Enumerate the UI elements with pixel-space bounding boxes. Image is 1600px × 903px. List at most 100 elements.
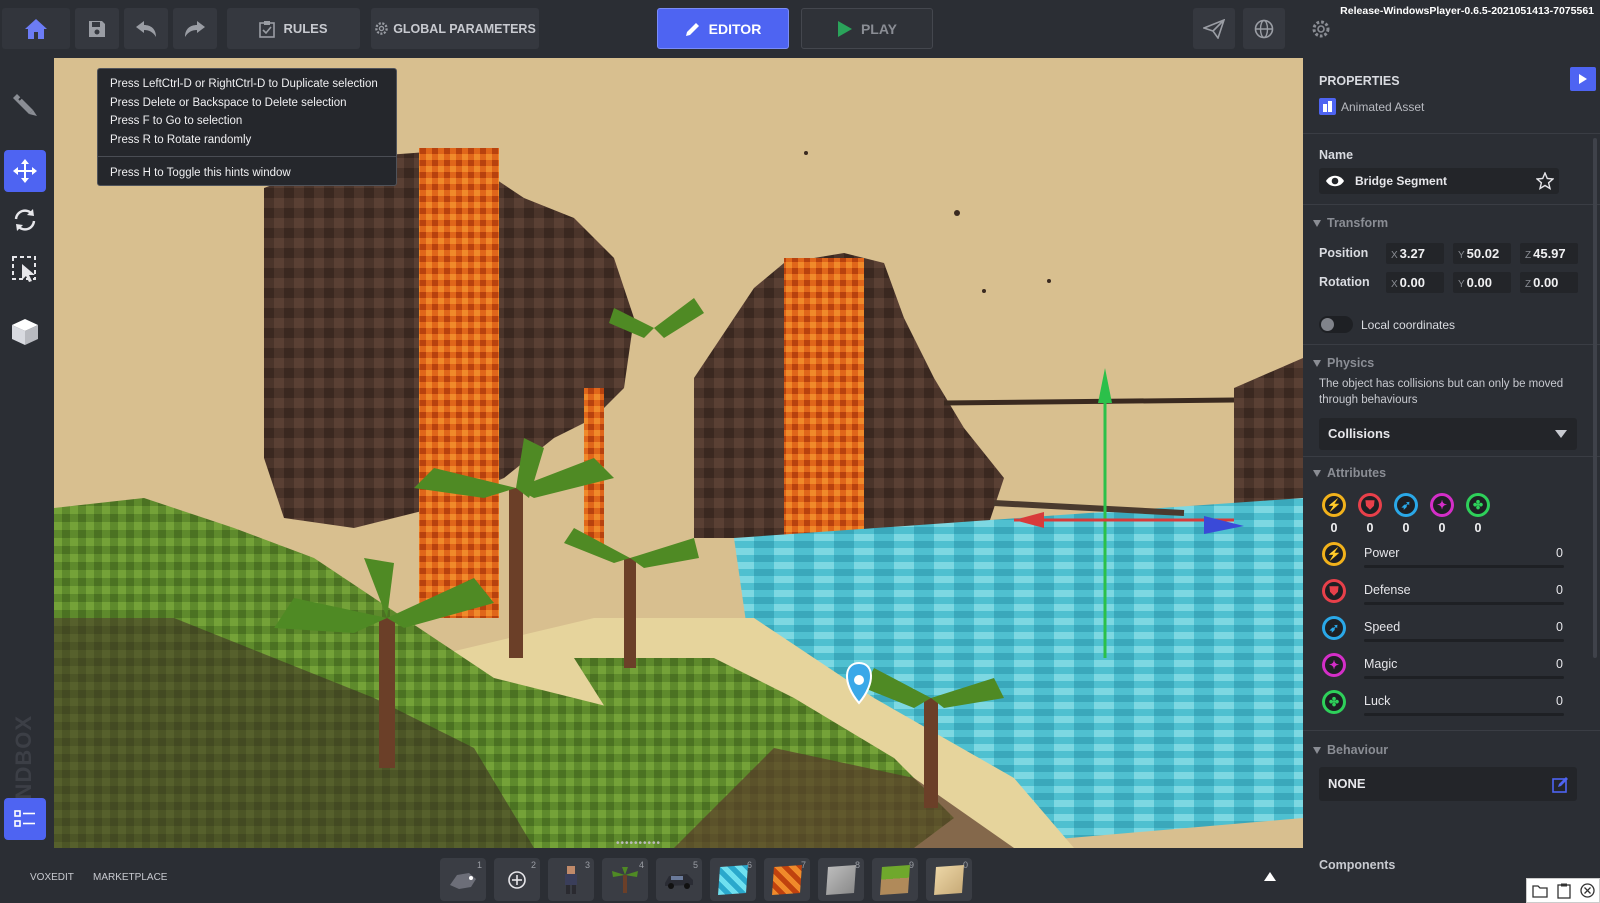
expand-arrow-icon[interactable] bbox=[1264, 872, 1276, 881]
save-button[interactable] bbox=[75, 8, 119, 49]
hotbar: 1 2 3 4 5 6 7 8 9 0 bbox=[440, 858, 972, 901]
rotation-z-field[interactable]: Z 0.00 bbox=[1520, 272, 1578, 293]
hotbar-slot-9[interactable]: 9 bbox=[872, 858, 918, 901]
hotbar-slot-10[interactable]: 0 bbox=[926, 858, 972, 901]
play-mode-button[interactable]: PLAY bbox=[801, 8, 933, 49]
magic-slider[interactable] bbox=[1364, 676, 1564, 679]
lava-block-icon bbox=[772, 864, 802, 895]
transform-section-header[interactable]: Transform bbox=[1313, 216, 1388, 230]
globe-icon bbox=[1254, 19, 1274, 38]
attributes-section-header[interactable]: Attributes bbox=[1313, 466, 1386, 480]
voxedit-link[interactable]: VOXEDIT bbox=[30, 872, 74, 883]
panel-collapse-button[interactable] bbox=[1570, 67, 1596, 91]
marketplace-link[interactable]: MARKETPLACE bbox=[93, 872, 167, 883]
undo-button[interactable] bbox=[124, 8, 168, 49]
rules-button[interactable]: RULES bbox=[227, 8, 360, 49]
collapse-triangle-icon bbox=[1313, 746, 1321, 754]
brush-tool[interactable] bbox=[4, 83, 46, 125]
defense-slider[interactable] bbox=[1364, 602, 1564, 605]
settings-button[interactable] bbox=[1300, 8, 1342, 49]
hotbar-slot-1[interactable]: 1 bbox=[440, 858, 486, 901]
speed-attribute-icon: ➶ bbox=[1394, 493, 1418, 517]
physics-section-label: Physics bbox=[1327, 356, 1375, 370]
position-z-field[interactable]: Z 45.97 bbox=[1520, 243, 1578, 264]
physics-section-header[interactable]: Physics bbox=[1313, 356, 1374, 370]
star-icon[interactable] bbox=[1536, 172, 1554, 190]
luck-summary-value: 0 bbox=[1474, 521, 1482, 535]
hierarchy-list-button[interactable] bbox=[4, 798, 46, 840]
stone-block-icon bbox=[826, 864, 856, 895]
luck-slider[interactable] bbox=[1364, 713, 1564, 716]
speed-value[interactable]: 0 bbox=[1543, 620, 1563, 634]
play-icon bbox=[1579, 74, 1587, 84]
transform-section-label: Transform bbox=[1327, 216, 1389, 230]
home-icon bbox=[25, 18, 47, 39]
magic-icon: ✦ bbox=[1322, 653, 1346, 677]
luck-glyph: ✤ bbox=[1469, 496, 1487, 514]
asset-type-label: Animated Asset bbox=[1341, 99, 1425, 114]
power-value[interactable]: 0 bbox=[1543, 546, 1563, 560]
luck-value[interactable]: 0 bbox=[1543, 694, 1563, 708]
editor-label: EDITOR bbox=[708, 20, 762, 37]
behaviour-field[interactable]: NONE bbox=[1319, 767, 1577, 801]
move-tool[interactable] bbox=[4, 150, 46, 192]
behaviour-section-label: Behaviour bbox=[1327, 743, 1389, 757]
panel-scrollbar[interactable] bbox=[1593, 138, 1597, 658]
folder-icon[interactable] bbox=[1531, 884, 1548, 898]
character-icon bbox=[565, 865, 577, 894]
redo-button[interactable] bbox=[173, 8, 217, 49]
power-attribute-icon: ⚡ bbox=[1322, 493, 1346, 517]
clipboard-icon[interactable] bbox=[1556, 883, 1571, 899]
divider bbox=[1303, 730, 1600, 731]
hotbar-slot-8[interactable]: 8 bbox=[818, 858, 864, 901]
name-field[interactable]: Bridge Segment bbox=[1319, 168, 1559, 194]
select-tool[interactable] bbox=[4, 248, 46, 290]
magic-label: Magic bbox=[1364, 657, 1398, 671]
collisions-dropdown[interactable]: Collisions bbox=[1319, 418, 1577, 450]
globe-button[interactable] bbox=[1243, 8, 1285, 49]
share-button[interactable] bbox=[1193, 8, 1235, 49]
power-slider[interactable] bbox=[1364, 565, 1564, 568]
collapse-triangle-icon bbox=[1313, 359, 1321, 367]
speed-slider[interactable] bbox=[1364, 639, 1564, 642]
rules-icon bbox=[259, 20, 276, 38]
grass-block-icon bbox=[880, 864, 910, 895]
rotation-x-field[interactable]: X 0.00 bbox=[1386, 272, 1444, 293]
hint-delete: Press Delete or Backspace to Delete sele… bbox=[110, 96, 347, 109]
rotate-tool[interactable] bbox=[4, 199, 46, 241]
hint-rotate: Press R to Rotate randomly bbox=[110, 133, 252, 146]
local-coordinates-toggle[interactable] bbox=[1319, 316, 1353, 333]
hotbar-slot-6[interactable]: 6 bbox=[710, 858, 756, 901]
rules-label: RULES bbox=[283, 21, 328, 36]
hotbar-slot-2[interactable]: 2 bbox=[494, 858, 540, 901]
hotbar-slot-4[interactable]: 4 bbox=[602, 858, 648, 901]
editor-mode-button[interactable]: EDITOR bbox=[657, 8, 789, 49]
close-icon[interactable] bbox=[1579, 883, 1595, 898]
magic-summary-value: 0 bbox=[1438, 521, 1446, 535]
magic-value[interactable]: 0 bbox=[1543, 657, 1563, 671]
home-button[interactable] bbox=[2, 8, 70, 49]
hotbar-slot-7[interactable]: 7 bbox=[764, 858, 810, 901]
rotation-label: Rotation bbox=[1319, 275, 1370, 289]
rotation-y-field[interactable]: Y 0.00 bbox=[1453, 272, 1511, 293]
hotbar-slot-5[interactable]: 5 bbox=[656, 858, 702, 901]
global-parameters-button[interactable]: GLOBAL PARAMETERS bbox=[371, 8, 539, 49]
undo-icon bbox=[136, 20, 156, 37]
global-parameters-label: GLOBAL PARAMETERS bbox=[393, 21, 536, 36]
asset-tool[interactable] bbox=[4, 311, 46, 353]
position-y-field[interactable]: Y 50.02 bbox=[1453, 243, 1511, 264]
collisions-dropdown-value: Collisions bbox=[1328, 426, 1391, 441]
top-toolbar: RULES GLOBAL PARAMETERS EDITOR PLAY Rele… bbox=[0, 0, 1600, 58]
position-x-field[interactable]: X 3.27 bbox=[1386, 243, 1444, 264]
hotbar-slot-3[interactable]: 3 bbox=[548, 858, 594, 901]
edit-icon[interactable] bbox=[1552, 776, 1569, 793]
divider bbox=[1303, 133, 1600, 134]
defense-value[interactable]: 0 bbox=[1543, 583, 1563, 597]
chevron-down-icon bbox=[1555, 430, 1567, 438]
behaviour-section-header[interactable]: Behaviour bbox=[1313, 743, 1388, 757]
luck-attribute-icon: ✤ bbox=[1466, 493, 1490, 517]
luck-glyph: ✤ bbox=[1325, 693, 1343, 711]
toggle-knob bbox=[1321, 318, 1334, 331]
defense-label: Defense bbox=[1364, 583, 1411, 597]
eye-icon[interactable] bbox=[1325, 173, 1345, 189]
